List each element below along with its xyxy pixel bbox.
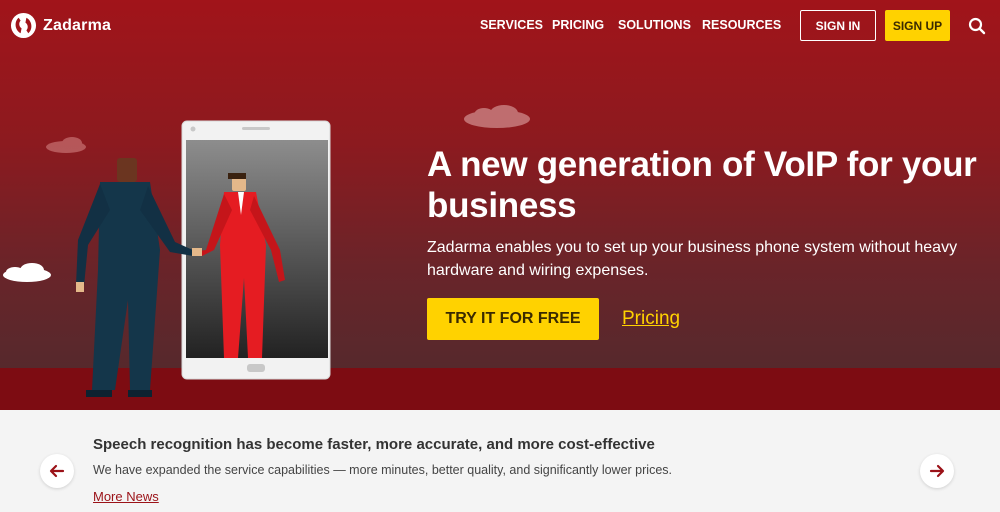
news-prev-button[interactable] <box>40 454 74 488</box>
brand-name: Zadarma <box>43 16 112 34</box>
news-strip: Speech recognition has become faster, mo… <box>0 410 1000 512</box>
news-text: We have expanded the service capabilitie… <box>93 463 672 477</box>
sign-up-button[interactable]: SIGN UP <box>885 10 950 41</box>
nav-resources[interactable]: RESOURCES <box>702 18 782 32</box>
try-free-button[interactable]: TRY IT FOR FREE <box>427 298 599 340</box>
sign-in-button[interactable]: SIGN IN <box>800 10 876 41</box>
nav-pricing[interactable]: PRICING <box>552 18 612 32</box>
search-icon[interactable] <box>968 17 986 35</box>
nav-solutions[interactable]: SOLUTIONS <box>618 18 691 32</box>
cloud-white <box>3 263 51 282</box>
arrow-left-icon <box>49 464 65 478</box>
news-title: Speech recognition has become faster, mo… <box>93 436 655 453</box>
pricing-link[interactable]: Pricing <box>622 308 680 330</box>
handshake-illustration <box>3 120 331 397</box>
arrow-right-icon <box>929 464 945 478</box>
news-next-button[interactable] <box>920 454 954 488</box>
hero-title: A new generation of VoIP for your busine… <box>427 145 977 225</box>
hero-subtitle: Zadarma enables you to set up your busin… <box>427 239 958 279</box>
cloud-left <box>46 137 86 153</box>
zadarma-logo-icon <box>10 12 37 39</box>
cloud-right <box>464 105 530 128</box>
more-news-link[interactable]: More News <box>93 489 159 504</box>
top-navigation: Zadarma SERVICES PRICING SOLUTIONS RESOU… <box>0 0 1000 50</box>
hero-section: Zadarma SERVICES PRICING SOLUTIONS RESOU… <box>0 0 1000 410</box>
brand-logo[interactable]: Zadarma <box>10 12 111 39</box>
nav-services[interactable]: SERVICES <box>480 18 543 32</box>
